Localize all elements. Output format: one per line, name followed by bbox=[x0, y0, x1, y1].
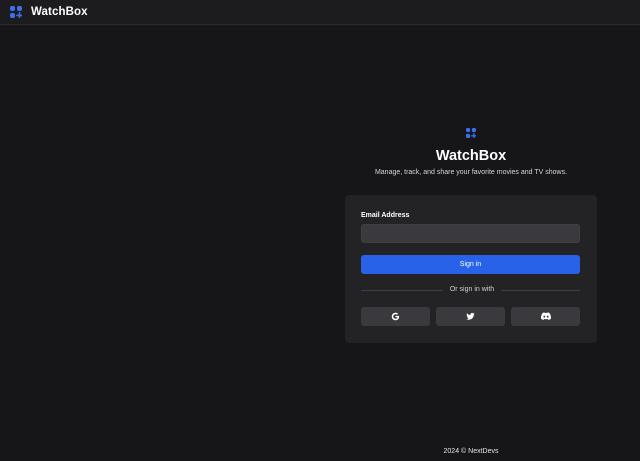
twitter-signin-button[interactable] bbox=[436, 307, 505, 326]
top-nav-bar: WatchBox bbox=[0, 0, 640, 25]
signin-card: Email Address Sign in Or sign in with bbox=[345, 195, 597, 343]
grid-plus-icon bbox=[466, 128, 476, 138]
page-subtitle: Manage, track, and share your favorite m… bbox=[374, 169, 568, 176]
divider-line bbox=[501, 290, 580, 291]
divider-line bbox=[361, 290, 443, 291]
grid-plus-icon[interactable] bbox=[10, 6, 22, 18]
google-icon bbox=[391, 312, 400, 321]
twitter-icon bbox=[466, 312, 475, 320]
google-signin-button[interactable] bbox=[361, 307, 430, 326]
brand-name[interactable]: WatchBox bbox=[31, 5, 88, 20]
email-label: Email Address bbox=[361, 212, 410, 219]
discord-icon bbox=[540, 312, 551, 321]
page-title: WatchBox bbox=[435, 148, 507, 164]
footer-copyright: 2024 © NextDevs bbox=[443, 448, 499, 455]
divider-text: Or sign in with bbox=[449, 286, 495, 293]
signin-button[interactable]: Sign in bbox=[361, 255, 580, 274]
discord-signin-button[interactable] bbox=[511, 307, 580, 326]
email-field[interactable] bbox=[361, 224, 580, 243]
